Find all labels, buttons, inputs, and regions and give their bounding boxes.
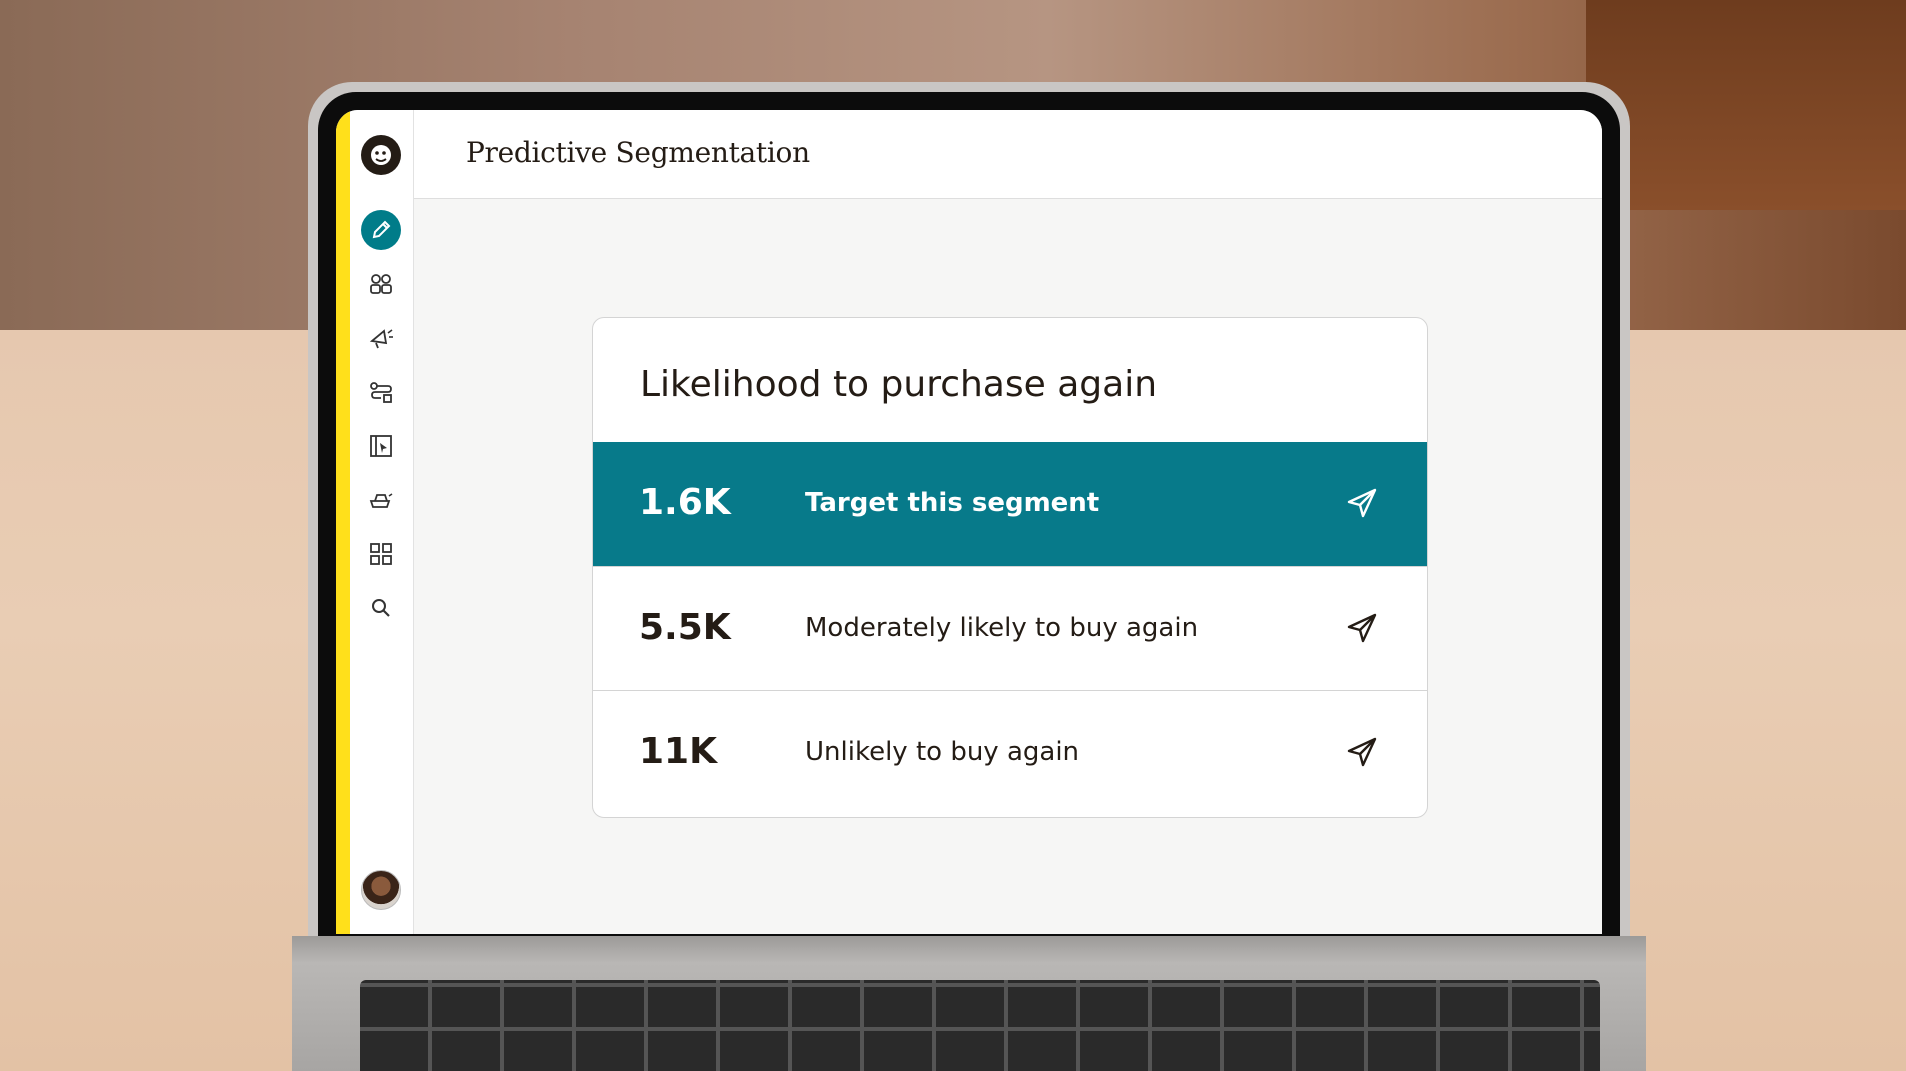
laptop-keyboard: [360, 980, 1600, 1071]
pencil-icon: [372, 220, 391, 239]
send-icon[interactable]: [1345, 611, 1379, 645]
nav-campaigns[interactable]: [361, 318, 401, 358]
audience-icon: [370, 274, 392, 294]
segment-label: Unlikely to buy again: [805, 737, 1080, 767]
page-header: Predictive Segmentation: [414, 110, 1602, 199]
user-avatar[interactable]: [361, 870, 401, 910]
nav-website[interactable]: [361, 426, 401, 466]
nav-audience[interactable]: [361, 264, 401, 304]
nav-content[interactable]: [361, 534, 401, 574]
send-icon[interactable]: [1345, 735, 1379, 769]
megaphone-icon: [369, 329, 393, 349]
nav-create[interactable]: [361, 210, 401, 250]
app-screen: Predictive Segmentation Likelihood to pu…: [336, 110, 1602, 934]
segment-count: 1.6K: [639, 482, 731, 523]
page-title: Predictive Segmentation: [466, 136, 810, 169]
segment-label: Moderately likely to buy again: [805, 613, 1199, 643]
segment-row-unlikely[interactable]: 11K Unlikely to buy again: [593, 690, 1427, 814]
segment-count: 5.5K: [639, 607, 731, 648]
content-grid-icon: [370, 543, 392, 565]
nav-integrations[interactable]: [361, 480, 401, 520]
search-icon: [372, 599, 390, 617]
segment-count: 11K: [639, 731, 717, 772]
mailchimp-freddie-logo-icon[interactable]: [361, 135, 401, 175]
sidebar: [350, 110, 414, 934]
nav-automations[interactable]: [361, 372, 401, 412]
card-title: Likelihood to purchase again: [640, 364, 1158, 405]
nav-search[interactable]: [361, 588, 401, 628]
automations-icon: [370, 382, 392, 403]
segmentation-card: Likelihood to purchase again 1.6K Target…: [592, 317, 1428, 818]
integrations-icon: [369, 493, 393, 508]
website-icon: [370, 435, 392, 457]
background-shelf: [1586, 0, 1906, 210]
segment-row-target[interactable]: 1.6K Target this segment: [593, 442, 1427, 566]
send-icon[interactable]: [1345, 486, 1379, 520]
segment-label: Target this segment: [805, 488, 1100, 518]
segment-row-moderate[interactable]: 5.5K Moderately likely to buy again: [593, 566, 1427, 690]
brand-strip: [336, 110, 350, 934]
